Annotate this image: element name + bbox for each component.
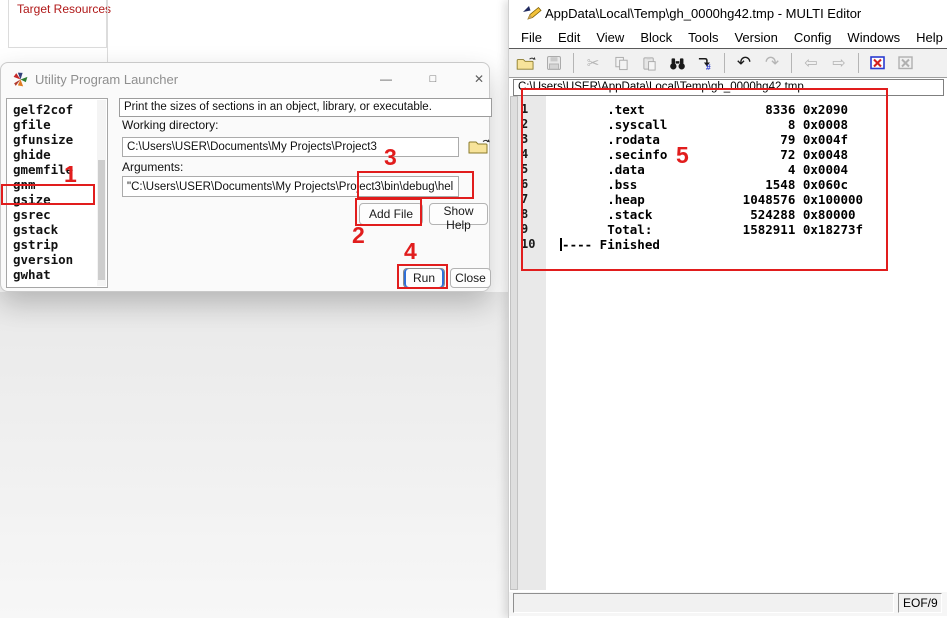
cut-icon[interactable]: ✂ — [582, 53, 604, 73]
working-directory-input[interactable] — [122, 137, 459, 157]
menu-item[interactable]: File — [513, 30, 550, 45]
menu-item[interactable]: Config — [786, 30, 840, 45]
menubar: FileEditViewBlockToolsVersionConfigWindo… — [509, 27, 947, 48]
utility-tool-list[interactable]: gelf2cofgfilegfunsizeghidegmemfilegnmgsi… — [6, 98, 108, 288]
arguments-input[interactable] — [122, 176, 459, 197]
text-cursor — [560, 238, 562, 251]
editor-line: .data 4 0x0004 — [547, 162, 945, 177]
toolbar-separator — [858, 53, 859, 73]
maximize-button[interactable]: □ — [422, 69, 444, 89]
toolbar-separator — [573, 53, 574, 73]
menu-item[interactable]: Edit — [550, 30, 588, 45]
dialog-title: Utility Program Launcher — [35, 72, 178, 87]
minimize-button[interactable]: — — [375, 69, 397, 89]
status-message-field — [513, 593, 894, 613]
menu-item[interactable]: Windows — [839, 30, 908, 45]
toolbar-separator — [791, 53, 792, 73]
menu-item[interactable]: Version — [726, 30, 785, 45]
editor-line: .text 8336 0x2090 — [547, 102, 945, 117]
line-number: 9 — [521, 222, 546, 237]
tool-list-item[interactable]: gwhat — [7, 267, 107, 282]
status-bar: EOF/9 — [509, 592, 947, 616]
editor-line: Total: 1582911 0x18273f — [547, 222, 945, 237]
tool-list-item[interactable]: gstrip — [7, 237, 107, 252]
save-icon[interactable] — [543, 53, 565, 73]
tool-list-item[interactable]: gelf2cof — [7, 102, 107, 117]
line-number: 6 — [521, 177, 546, 192]
editor-line: .heap 1048576 0x100000 — [547, 192, 945, 207]
editor-line: .secinfo 72 0x0048 — [547, 147, 945, 162]
multi-editor-window: AppData\Local\Temp\gh_0000hg42.tmp - MUL… — [508, 0, 947, 618]
editor-text-area[interactable]: .text 8336 0x2090 .syscall 8 0x0008 .rod… — [547, 96, 945, 590]
multi-pinwheel-icon — [12, 71, 29, 93]
line-number: 10 — [521, 237, 546, 252]
background-content-area — [0, 292, 508, 618]
tool-description: Print the sizes of sections in an object… — [119, 98, 492, 117]
tool-list-item[interactable]: ghide — [7, 147, 107, 162]
target-resources-label: Target Resources — [17, 2, 111, 16]
goto-line-icon[interactable]: # — [694, 53, 716, 73]
close-all-icon[interactable] — [895, 53, 917, 73]
tool-list-item[interactable]: gfunsize — [7, 132, 107, 147]
browse-folder-button[interactable] — [466, 136, 492, 159]
utility-program-launcher-dialog: Utility Program Launcher — □ ✕ gelf2cofg… — [0, 62, 490, 292]
line-number: 1 — [521, 102, 546, 117]
add-file-button[interactable]: Add File — [359, 203, 423, 225]
show-help-button[interactable]: Show Help — [429, 203, 488, 225]
dialog-titlebar[interactable]: Utility Program Launcher — □ ✕ — [1, 63, 489, 96]
editor-vertical-scrollbar[interactable] — [510, 96, 518, 590]
editor-window-title: AppData\Local\Temp\gh_0000hg42.tmp - MUL… — [545, 6, 861, 21]
close-window-button[interactable]: ✕ — [468, 69, 490, 89]
close-button[interactable]: Close — [450, 268, 491, 288]
menu-item[interactable]: Block — [632, 30, 680, 45]
svg-text:#: # — [705, 62, 710, 71]
line-number-gutter: 12345678910 — [518, 96, 546, 590]
menu-item[interactable]: Help — [908, 30, 947, 45]
editor-line: .stack 524288 0x80000 — [547, 207, 945, 222]
arguments-label: Arguments: — [122, 160, 183, 174]
tool-list-scrollbar[interactable] — [97, 100, 106, 286]
editor-titlebar[interactable]: AppData\Local\Temp\gh_0000hg42.tmp - MUL… — [509, 0, 947, 27]
undo-icon[interactable]: ↶ — [733, 53, 755, 73]
menu-item[interactable]: Tools — [680, 30, 726, 45]
line-number: 3 — [521, 132, 546, 147]
tool-list-item[interactable]: gsize — [7, 192, 107, 207]
line-number: 5 — [521, 162, 546, 177]
paste-icon[interactable] — [638, 53, 660, 73]
close-file-icon[interactable] — [867, 53, 889, 73]
run-button[interactable]: Run — [403, 268, 445, 288]
line-number: 8 — [521, 207, 546, 222]
toolbar: ✂ — [509, 48, 947, 78]
scrollbar-thumb[interactable] — [98, 160, 105, 280]
copy-icon[interactable] — [610, 53, 632, 73]
working-directory-label: Working directory: — [122, 118, 218, 132]
line-number: 4 — [521, 147, 546, 162]
line-number: 7 — [521, 192, 546, 207]
tool-list-item[interactable]: gstack — [7, 222, 107, 237]
back-icon[interactable]: ⇦ — [800, 53, 822, 73]
tool-list-item[interactable]: gfile — [7, 117, 107, 132]
editor-line: .rodata 79 0x004f — [547, 132, 945, 147]
editor-line: ---- Finished — [547, 237, 945, 252]
cursor-position-field: EOF/9 — [898, 593, 942, 613]
tool-list-item[interactable]: gversion — [7, 252, 107, 267]
tool-list-item[interactable]: gnm — [7, 177, 107, 192]
menu-item[interactable]: View — [588, 30, 632, 45]
line-number: 2 — [521, 117, 546, 132]
tool-list-item[interactable]: gsrec — [7, 207, 107, 222]
find-icon[interactable] — [666, 53, 688, 73]
multi-editor-pencil-icon — [522, 5, 542, 26]
tool-list-item[interactable]: gmemfile — [7, 162, 107, 177]
redo-icon[interactable]: ↷ — [761, 53, 783, 73]
open-folder-icon[interactable] — [515, 53, 537, 73]
editor-line: .bss 1548 0x060c — [547, 177, 945, 192]
toolbar-separator — [724, 53, 725, 73]
forward-icon[interactable]: ⇨ — [828, 53, 850, 73]
editor-line: .syscall 8 0x0008 — [547, 117, 945, 132]
file-path-bar: C:\Users\USER\AppData\Local\Temp\gh_0000… — [513, 79, 944, 96]
